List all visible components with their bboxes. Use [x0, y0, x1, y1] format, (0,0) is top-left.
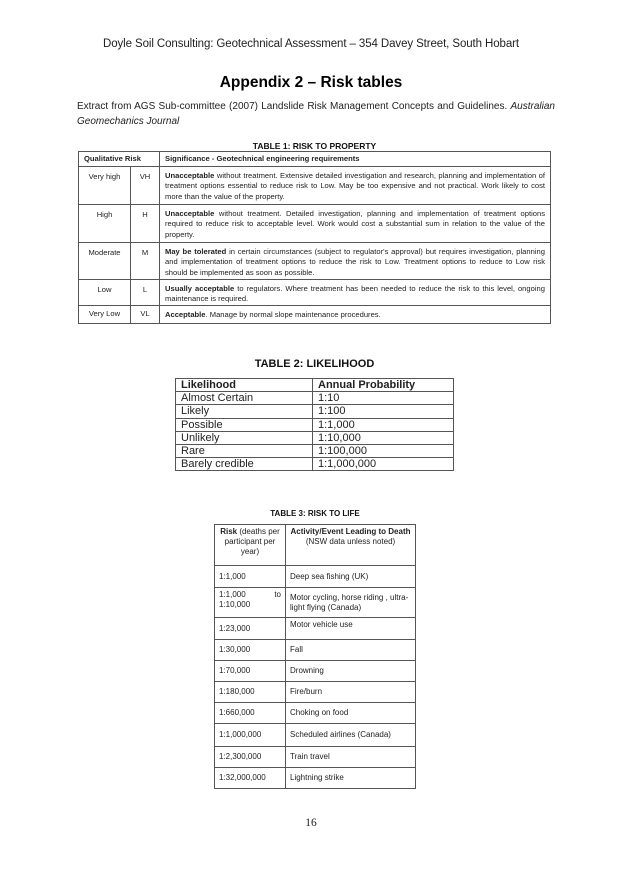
annual-probability: 1:1,000 — [312, 417, 454, 432]
intro-paragraph: Extract from AGS Sub-committee (2007) La… — [77, 99, 555, 129]
risk-ratio: 1:1,000 to 1:10,000 — [214, 587, 286, 618]
risk-detail: without treatment. Detailed investigatio… — [165, 209, 545, 239]
table-row: Very high VH Unacceptable without treatm… — [78, 166, 551, 205]
risk-level: Very Low — [78, 305, 131, 325]
risk-ratio: 1:30,000 — [214, 639, 286, 661]
page-title: Appendix 2 – Risk tables — [219, 74, 403, 91]
table1-header-row: Qualitative Risk Significance - Geotechn… — [78, 151, 551, 167]
table-row: 1:70,000 Drowning — [214, 660, 416, 682]
table2-caption: TABLE 2: LIKELIHOOD — [254, 358, 375, 370]
risk-ratio: 1:32,000,000 — [214, 767, 286, 789]
risk-verdict: Unacceptable — [165, 171, 215, 180]
risk-level: Low — [78, 278, 131, 307]
table1-header-significance: Significance - Geotechnical engineering … — [159, 151, 551, 167]
likelihood-table: Likelihood Annual Probability Almost Cer… — [175, 377, 454, 472]
table-row: Rare 1:100,000 — [175, 444, 454, 459]
activity: Lightning strike — [285, 767, 416, 789]
risk-description: May be tolerated in certain circumstance… — [159, 242, 551, 280]
risk-code: VL — [130, 305, 160, 325]
likelihood-label: Almost Certain — [175, 391, 313, 406]
table-row: Likely 1:100 — [175, 404, 454, 419]
risk-ratio: 1:23,000 — [214, 617, 286, 640]
table2-header-probability: Annual Probability — [312, 377, 454, 393]
table-row: Low L Usually acceptable to regulators. … — [78, 278, 551, 307]
risk-ratio: 1:660,000 — [214, 702, 286, 724]
likelihood-label: Likely — [175, 404, 313, 419]
table-row: 1:32,000,000 Lightning strike — [214, 767, 416, 789]
table-row: 1:30,000 Fall — [214, 639, 416, 661]
risk-code: L — [130, 278, 160, 307]
risk-verdict: Unacceptable — [165, 209, 215, 218]
risk-ratio: 1:1,000 — [214, 565, 286, 588]
table-row: 1:180,000 Fire/burn — [214, 681, 416, 703]
table3-header-activity: Activity/Event Leading to Death (NSW data… — [285, 524, 416, 566]
activity: Motor cycling, horse riding , ultra-ligh… — [285, 587, 416, 618]
risk-code: VH — [130, 166, 160, 205]
risk-ratio: 1:1,000,000 — [214, 723, 286, 747]
table3-caption: TABLE 3: RISK TO LIFE — [270, 509, 360, 518]
table1-header-qualitative-risk: Qualitative Risk — [78, 151, 160, 167]
annual-probability: 1:100 — [312, 404, 454, 419]
risk-description: Usually acceptable to regulators. Where … — [159, 278, 551, 307]
activity: Train travel — [285, 746, 416, 768]
risk-level: Moderate — [78, 242, 131, 280]
activity: Fall — [285, 639, 416, 661]
activity: Deep sea fishing (UK) — [285, 565, 416, 588]
table-row: 1:2,300,000 Train travel — [214, 746, 416, 768]
risk-code: H — [130, 204, 160, 243]
likelihood-label: Possible — [175, 417, 313, 432]
activity: Fire/burn — [285, 681, 416, 703]
annual-probability: 1:100,000 — [312, 444, 454, 459]
activity: Scheduled airlines (Canada) — [285, 723, 416, 747]
risk-ratio: 1:70,000 — [214, 660, 286, 682]
table3-header-row: Risk (deaths per participant per year) A… — [214, 524, 416, 566]
activity: Choking on food — [285, 702, 416, 724]
table2-header-row: Likelihood Annual Probability — [175, 377, 454, 393]
risk-detail: without treatment. Extensive detailed in… — [165, 171, 545, 201]
risk-description: Acceptable. Manage by normal slope maint… — [159, 305, 551, 325]
activity: Motor vehicle use — [285, 617, 416, 640]
risk-to-property-table: Qualitative Risk Significance - Geotechn… — [78, 151, 551, 325]
table-row: Almost Certain 1:10 — [175, 391, 454, 406]
risk-verdict: Acceptable — [165, 310, 206, 320]
risk-ratio: 1:2,300,000 — [214, 746, 286, 768]
risk-to-life-table: Risk (deaths per participant per year) A… — [214, 524, 416, 789]
likelihood-label: Rare — [175, 444, 313, 459]
risk-description: Unacceptable without treatment. Detailed… — [159, 204, 551, 243]
page-number: 16 — [305, 817, 317, 829]
table-row: 1:660,000 Choking on food — [214, 702, 416, 724]
annual-probability: 1:10 — [312, 391, 454, 406]
table-row: High H Unacceptable without treatment. D… — [78, 204, 551, 243]
table-row: 1:1,000 to 1:10,000 Motor cycling, horse … — [214, 587, 416, 618]
risk-level: Very high — [78, 166, 131, 205]
risk-code: M — [130, 242, 160, 280]
table-row: 1:1,000 Deep sea fishing (UK) — [214, 565, 416, 588]
table-row: Moderate M May be tolerated in certain c… — [78, 242, 551, 280]
risk-verdict: May be tolerated — [165, 247, 227, 256]
risk-level: High — [78, 204, 131, 243]
activity: Drowning — [285, 660, 416, 682]
running-header: Doyle Soil Consulting: Geotechnical Asse… — [103, 38, 519, 50]
header-risk-bold: Risk — [220, 527, 238, 536]
header-activity-note: (NSW data unless noted) — [305, 537, 396, 546]
table-row: 1:23,000 Motor vehicle use — [214, 617, 416, 640]
risk-detail: . Manage by normal slope maintenance pro… — [205, 310, 381, 320]
table1-caption: TABLE 1: RISK TO PROPERTY — [252, 141, 377, 151]
annual-probability: 1:1,000,000 — [312, 457, 454, 472]
table-row: Unlikely 1:10,000 — [175, 430, 454, 446]
table-row: Possible 1:1,000 — [175, 417, 454, 432]
header-activity-bold: Activity/Event Leading to Death — [290, 527, 411, 536]
table2-header-likelihood: Likelihood — [175, 377, 313, 393]
likelihood-label: Barely credible — [175, 457, 313, 472]
risk-description: Unacceptable without treatment. Extensiv… — [159, 166, 551, 205]
table-row: 1:1,000,000 Scheduled airlines (Canada) — [214, 723, 416, 747]
risk-verdict: Usually acceptable — [165, 283, 235, 293]
table-row: Very Low VL Acceptable. Manage by normal… — [78, 305, 551, 325]
annual-probability: 1:10,000 — [312, 430, 454, 446]
table3-header-risk: Risk (deaths per participant per year) — [214, 524, 286, 566]
likelihood-label: Unlikely — [175, 430, 313, 446]
intro-text: Extract from AGS Sub-committee (2007) La… — [77, 101, 508, 112]
table-row: Barely credible 1:1,000,000 — [175, 457, 454, 472]
risk-ratio: 1:180,000 — [214, 681, 286, 703]
